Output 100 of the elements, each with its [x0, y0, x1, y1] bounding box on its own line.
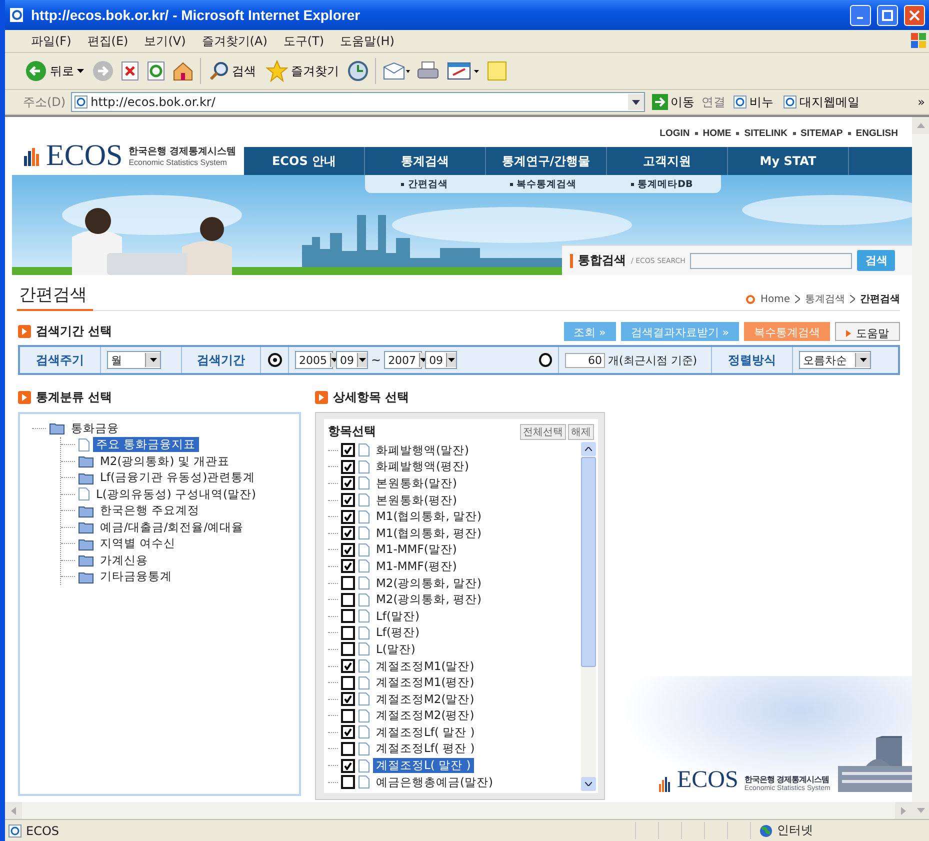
dropdown-arrow-icon[interactable]: [150, 358, 156, 362]
list-item[interactable]: Lf(말잔): [373, 608, 422, 624]
checkbox[interactable]: [341, 708, 355, 723]
menu-item[interactable]: 도움말(H): [334, 30, 400, 52]
close-icon[interactable]: [909, 10, 920, 20]
dropdown[interactable]: 2007: [384, 351, 422, 369]
dropdown[interactable]: 월: [107, 351, 161, 369]
menu-item[interactable]: 편집(E): [81, 30, 134, 52]
list-item[interactable]: M2(광의통화, 평잔): [373, 592, 485, 608]
list-item[interactable]: 본원통화(말잔): [373, 476, 460, 491]
checkbox[interactable]: [341, 592, 355, 607]
favorites-button[interactable]: 즐겨찾기: [264, 58, 341, 84]
list-item[interactable]: 계절조정Lf( 평잔 ): [373, 741, 478, 756]
arrow-icon[interactable]: [846, 330, 851, 337]
subnav-item[interactable]: 통계메타DB: [602, 175, 722, 193]
list-item[interactable]: 본원통화(평잔): [373, 492, 460, 508]
close-button[interactable]: [904, 4, 925, 26]
scroll-down-icon[interactable]: [585, 782, 592, 786]
list-item[interactable]: 계절조정M2(평잔): [373, 708, 478, 724]
list-item[interactable]: 예금은행총예금(말잔): [373, 774, 496, 790]
tree-item[interactable]: 가계신용: [97, 552, 151, 568]
refresh-icon[interactable]: [146, 60, 166, 82]
more-links[interactable]: »: [918, 95, 929, 109]
checkbox[interactable]: [341, 659, 355, 674]
list-item[interactable]: M1-MMF(말잔): [373, 542, 460, 558]
checkbox[interactable]: [341, 559, 355, 574]
maximize-icon[interactable]: [882, 10, 893, 20]
tree-item[interactable]: Lf(금융기관 유동성)관련통계: [97, 470, 258, 486]
action-button[interactable]: 도움말: [835, 322, 900, 341]
address-field[interactable]: http://ecos.bok.or.kr/: [70, 92, 645, 112]
back-button[interactable]: 뒤로: [23, 58, 86, 84]
checkbox[interactable]: [341, 493, 355, 508]
check-icon[interactable]: [344, 662, 352, 670]
checkbox[interactable]: [341, 576, 355, 590]
dropdown-arrow-icon[interactable]: [359, 358, 366, 362]
go-arrow-icon[interactable]: [652, 94, 668, 110]
checkbox[interactable]: [341, 692, 355, 706]
select-button[interactable]: 전체선택: [520, 424, 566, 440]
search-button[interactable]: 검색: [207, 59, 258, 83]
top-link[interactable]: ENGLISH: [856, 128, 898, 138]
menu-item[interactable]: 파일(F): [25, 30, 78, 52]
list-item[interactable]: M1(협의통화, 평잔): [373, 526, 485, 541]
home-icon[interactable]: [172, 60, 194, 82]
subnav-item[interactable]: 복수통계검색: [484, 175, 602, 193]
dropdown[interactable]: 09: [336, 351, 368, 369]
dropdown-arrow-icon[interactable]: [632, 100, 640, 104]
list-item[interactable]: 화폐발행액(평잔): [373, 459, 472, 474]
list-item[interactable]: Lf(평잔): [373, 625, 422, 640]
scrollbar[interactable]: [581, 442, 596, 791]
maximize-button[interactable]: [877, 4, 898, 26]
tree-item[interactable]: 주요 통화금융지표: [93, 437, 199, 452]
select-button[interactable]: 해제: [568, 424, 594, 440]
list-item[interactable]: M1(협의통화, 말잔): [373, 509, 485, 524]
stop-icon[interactable]: [120, 60, 140, 82]
checkbox[interactable]: [341, 609, 355, 624]
count-field[interactable]: 60: [565, 352, 605, 368]
link-button[interactable]: 비누: [730, 92, 776, 112]
check-icon[interactable]: [344, 728, 352, 736]
check-icon[interactable]: [344, 695, 352, 704]
checkbox[interactable]: [341, 676, 355, 690]
checkbox[interactable]: [341, 476, 355, 490]
checkbox[interactable]: [341, 510, 355, 524]
list-item[interactable]: 화폐발행액(말잔): [373, 442, 472, 458]
menu-item[interactable]: 도구(T): [277, 30, 330, 52]
top-link[interactable]: HOME: [702, 128, 732, 138]
star-icon[interactable]: [266, 60, 288, 82]
link-button[interactable]: 대지웹메일: [780, 92, 862, 112]
menu-item[interactable]: 즐겨찾기(A): [196, 30, 274, 52]
scroll-up-icon[interactable]: [585, 447, 592, 451]
radio-button[interactable]: [268, 353, 282, 367]
tree-item[interactable]: 기타금융통계: [97, 569, 175, 584]
go-button[interactable]: 이동: [650, 92, 697, 112]
tree-item[interactable]: M2(광의통화) 및 개관표: [97, 454, 233, 469]
list-item[interactable]: 계절조정Lf( 말잔 ): [373, 724, 478, 740]
tree-item[interactable]: L(광의유동성) 구성내역(말잔): [93, 486, 260, 502]
checkbox[interactable]: [341, 526, 355, 540]
page-icon[interactable]: [732, 95, 747, 109]
check-icon[interactable]: [344, 762, 352, 770]
list-item[interactable]: 계절조정M1(말잔): [373, 658, 478, 674]
edit-icon[interactable]: [446, 60, 480, 82]
checkbox[interactable]: [341, 725, 355, 740]
radio-button[interactable]: [539, 353, 552, 367]
top-link[interactable]: SITEMAP: [800, 128, 843, 138]
tree-item[interactable]: 지역별 여수신: [97, 536, 179, 552]
list-item[interactable]: 계절조정M2(말잔): [373, 692, 478, 707]
search-icon[interactable]: [209, 61, 229, 81]
dropdown[interactable]: 09: [425, 351, 458, 369]
checkbox[interactable]: [341, 460, 355, 474]
checkbox[interactable]: [341, 742, 355, 756]
subnav-item[interactable]: 간편검색: [365, 175, 484, 193]
page-icon[interactable]: [782, 95, 797, 109]
breadcrumb-item[interactable]: Home: [760, 294, 790, 304]
dropdown[interactable]: 2005: [295, 351, 333, 369]
list-item[interactable]: M2(광의통화, 말잔): [373, 576, 485, 591]
caret-icon[interactable]: [77, 69, 84, 73]
top-link[interactable]: LOGIN: [660, 128, 690, 138]
checkbox[interactable]: [341, 642, 355, 656]
menu-item[interactable]: 보기(V): [138, 30, 192, 52]
top-link[interactable]: SITELINK: [744, 128, 788, 138]
checkbox[interactable]: [341, 626, 355, 640]
